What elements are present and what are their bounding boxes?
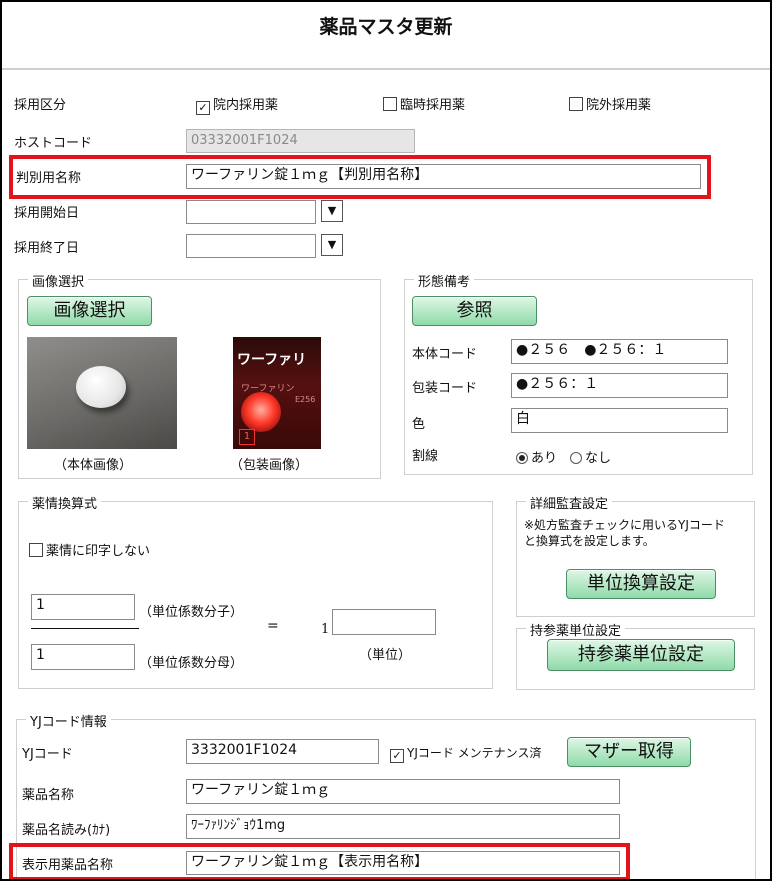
yj-code-field[interactable]: 3332001F1024 (186, 739, 379, 764)
conversion-legend: 薬情換算式 (28, 493, 102, 512)
start-date-input[interactable] (186, 200, 316, 224)
carry-unit-settings-button[interactable]: 持参薬単位設定 (547, 639, 735, 671)
package-image-caption: （包装画像） (230, 458, 309, 473)
detail-audit-legend: 詳細監査設定 (526, 493, 613, 512)
form-notes-legend: 形態備考 (414, 271, 475, 290)
drug-name-field[interactable]: ワーファリン錠１ｍｇ (186, 779, 620, 804)
carry-unit-legend: 持参薬単位設定 (526, 620, 626, 639)
detail-audit-note: と換算式を設定します。 (524, 534, 655, 548)
yj-info-legend: YJコード情報 (26, 711, 111, 730)
page-title: 薬品マスタ更新 (319, 16, 453, 38)
checkbox-icon[interactable] (383, 97, 397, 111)
unit-multiplier: 1 (321, 622, 330, 637)
pill-body-image (27, 337, 177, 449)
display-name-label: 表示用薬品名称 (22, 858, 114, 873)
host-code-field: 03332001F1024 (186, 129, 415, 153)
score-line-option-label: なし (585, 451, 612, 466)
package-code-field[interactable]: ●２５６：１ (511, 373, 728, 398)
adoption-option-label: 臨時採用薬 (400, 98, 466, 113)
no-print-option[interactable]: 薬情に印字しない (29, 540, 150, 559)
drug-kana-label: 薬品名読み(ｶﾅ) (22, 823, 111, 838)
end-date-label: 採用終了日 (14, 241, 80, 256)
yj-maintenance-label: YJコード メンテナンス済 (407, 746, 542, 760)
unit-label: （単位） (359, 648, 412, 663)
start-date-dropdown-icon[interactable]: ▼ (321, 200, 343, 222)
image-select-button[interactable]: 画像選択 (27, 296, 152, 326)
adoption-option-ingai[interactable]: 院外採用薬 (569, 94, 651, 113)
host-code-label: ホストコード (14, 136, 93, 151)
end-date-dropdown-icon[interactable]: ▼ (321, 234, 343, 256)
denominator-label: （単位係数分母） (139, 656, 244, 671)
unit-conversion-settings-button[interactable]: 単位換算設定 (566, 569, 716, 599)
drug-name-label: 薬品名称 (22, 788, 75, 803)
reference-button[interactable]: 参照 (412, 296, 537, 326)
pill-package-image: ワーファリ ワーファリン E256 1 (233, 337, 321, 449)
start-date-label: 採用開始日 (14, 206, 80, 221)
score-line-option-yes[interactable]: あり (516, 447, 557, 466)
end-date-input[interactable] (186, 234, 316, 258)
white-tablet-shape (76, 366, 126, 408)
package-print-text: E256 (295, 395, 316, 404)
id-name-label: 判別用名称 (16, 171, 82, 186)
color-label: 色 (412, 417, 426, 432)
score-line-option-label: あり (531, 451, 558, 466)
adoption-option-rinji[interactable]: 臨時採用薬 (383, 94, 465, 113)
title-divider (2, 68, 770, 70)
score-line-label: 割線 (412, 449, 439, 464)
checkbox-icon[interactable] (569, 97, 583, 111)
drug-kana-field[interactable]: ﾜｰﾌｧﾘﾝｼﾞｮｳ1mg (186, 814, 620, 839)
body-code-label: 本体コード (412, 347, 478, 362)
equals-sign: = (267, 618, 279, 634)
checkbox-icon[interactable] (29, 543, 43, 557)
numerator-label: （単位係数分子） (139, 605, 244, 620)
radio-selected-icon[interactable] (516, 452, 528, 464)
denominator-input[interactable]: 1 (31, 644, 135, 670)
body-code-field[interactable]: ●２５６ ●２５６：１ (511, 339, 728, 364)
display-name-field[interactable]: ワーファリン錠１ｍｇ【表示用名称】 (186, 851, 620, 875)
drug-master-update-window: 薬品マスタ更新 採用区分 ✓ 院内採用薬 臨時採用薬 院外採用薬 ホストコード 0… (0, 0, 772, 881)
package-print-text: 1 (239, 429, 255, 445)
package-print-text: ワーファリ (237, 352, 307, 368)
red-blister-pill (241, 392, 281, 432)
package-print-text: ワーファリン (241, 384, 295, 394)
mother-fetch-button[interactable]: マザー取得 (567, 737, 691, 767)
color-field[interactable]: 白 (511, 408, 728, 433)
adoption-option-label: 院内採用薬 (213, 98, 279, 113)
numerator-input[interactable]: 1 (31, 594, 135, 620)
unit-input[interactable] (332, 609, 436, 635)
radio-icon[interactable] (570, 452, 582, 464)
detail-audit-note: ※処方監査チェックに用いるYJコード (524, 518, 725, 532)
adoption-label: 採用区分 (14, 98, 67, 113)
yj-code-label: YJコード (22, 747, 73, 762)
image-select-legend: 画像選択 (28, 271, 89, 290)
score-line-option-no[interactable]: なし (570, 447, 611, 466)
package-code-label: 包装コード (412, 381, 478, 396)
yj-maintenance-option[interactable]: ✓ YJコード メンテナンス済 (390, 744, 541, 763)
fraction-line (31, 628, 139, 629)
id-name-field[interactable]: ワーファリン錠１ｍｇ【判別用名称】 (186, 164, 701, 189)
no-print-label: 薬情に印字しない (46, 544, 151, 559)
checkbox-checked-icon[interactable]: ✓ (196, 101, 210, 115)
adoption-option-innai[interactable]: ✓ 院内採用薬 (196, 94, 278, 115)
adoption-option-label: 院外採用薬 (586, 98, 652, 113)
checkbox-checked-icon[interactable]: ✓ (390, 749, 404, 763)
body-image-caption: （本体画像） (54, 458, 133, 473)
